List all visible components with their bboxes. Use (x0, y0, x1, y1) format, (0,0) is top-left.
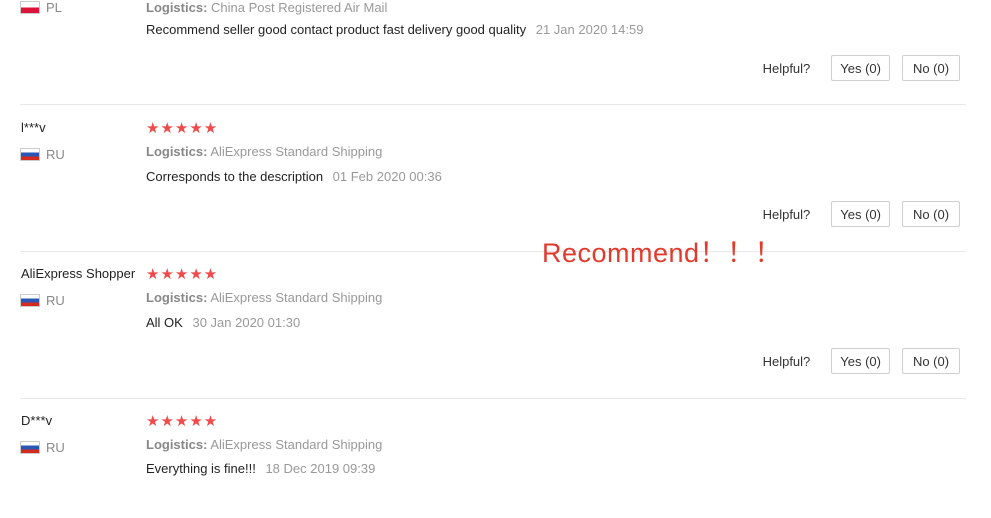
helpful-yes-button[interactable]: Yes (0) (831, 348, 890, 374)
country-code: PL (46, 0, 62, 15)
russia-flag-icon (20, 441, 40, 454)
star-rating: ★★★★★ (146, 266, 219, 283)
helpful-label: Helpful? (762, 206, 811, 222)
star-rating: ★★★★★ (146, 413, 219, 430)
review-comment: Corresponds to the description 01 Feb 20… (146, 169, 442, 184)
country-code: RU (46, 293, 65, 308)
helpful-label: Helpful? (762, 60, 811, 76)
helpful-label: Helpful? (762, 353, 811, 369)
comment-text: Everything is fine!!! (146, 461, 256, 476)
country-code: RU (46, 440, 65, 455)
logistics-method: AliExpress Standard Shipping (210, 437, 383, 452)
helpful-no-button[interactable]: No (0) (902, 348, 960, 374)
country-code: RU (46, 147, 65, 162)
logistics-line: Logistics: AliExpress Standard Shipping (146, 290, 382, 305)
star-rating: ★★★★★ (146, 120, 219, 137)
review-country: RU (20, 147, 65, 162)
logistics-line: Logistics: AliExpress Standard Shipping (146, 437, 382, 452)
russia-flag-icon (20, 294, 40, 307)
comment-text: Recommend seller good contact product fa… (146, 22, 527, 37)
logistics-method: China Post Registered Air Mail (211, 0, 388, 15)
review-country: RU (20, 440, 65, 455)
review-item: PL Logistics: China Post Registered Air … (20, 0, 966, 105)
review-comment: Everything is fine!!! 18 Dec 2019 09:39 (146, 461, 375, 476)
review-date: 18 Dec 2019 09:39 (265, 461, 376, 476)
helpful-controls: Helpful? Yes (0) No (0) (763, 55, 960, 81)
logistics-label: Logistics: (146, 144, 208, 159)
helpful-no-button[interactable]: No (0) (902, 55, 960, 81)
helpful-controls: Helpful? Yes (0) No (0) (763, 201, 960, 227)
logistics-label: Logistics: (146, 290, 208, 305)
review-date: 30 Jan 2020 01:30 (192, 315, 301, 330)
review-date: 01 Feb 2020 00:36 (332, 169, 442, 184)
logistics-line: Logistics: AliExpress Standard Shipping (146, 144, 382, 159)
logistics-label: Logistics: (146, 437, 208, 452)
logistics-method: AliExpress Standard Shipping (210, 144, 383, 159)
reviewer-name: AliExpress Shopper (21, 266, 136, 281)
logistics-line: Logistics: China Post Registered Air Mai… (146, 0, 387, 15)
review-item: D***v RU ★★★★★ Logistics: AliExpress Sta… (20, 398, 966, 518)
helpful-no-button[interactable]: No (0) (902, 201, 960, 227)
logistics-label: Logistics: (146, 0, 208, 15)
comment-text: Corresponds to the description (146, 169, 324, 184)
helpful-yes-button[interactable]: Yes (0) (831, 55, 890, 81)
review-country: PL (20, 0, 62, 15)
comment-text: All OK (146, 315, 183, 330)
review-item: AliExpress Shopper RU ★★★★★ Logistics: A… (20, 251, 966, 399)
reviewer-name: D***v (21, 413, 53, 428)
review-item: l***v RU ★★★★★ Logistics: AliExpress Sta… (20, 104, 966, 252)
recommend-overlay-text: Recommend！！！ (542, 238, 783, 268)
logistics-method: AliExpress Standard Shipping (210, 290, 383, 305)
russia-flag-icon (20, 148, 40, 161)
poland-flag-icon (20, 1, 40, 14)
review-country: RU (20, 293, 65, 308)
review-date: 21 Jan 2020 14:59 (535, 22, 644, 37)
reviewer-name: l***v (21, 120, 46, 135)
review-comment: Recommend seller good contact product fa… (146, 22, 643, 37)
review-comment: All OK 30 Jan 2020 01:30 (146, 315, 300, 330)
helpful-controls: Helpful? Yes (0) No (0) (763, 348, 960, 374)
helpful-yes-button[interactable]: Yes (0) (831, 201, 890, 227)
